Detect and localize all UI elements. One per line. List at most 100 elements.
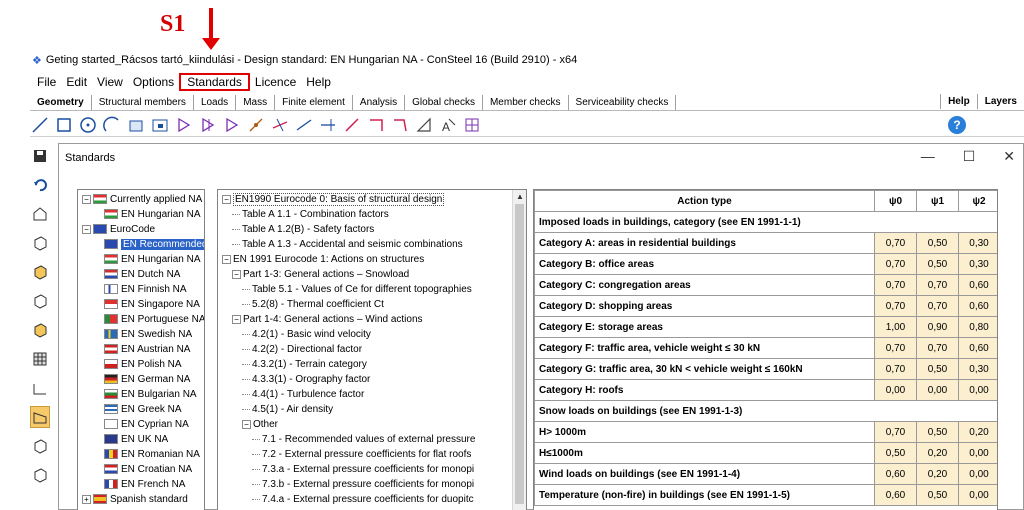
tree-item-uk[interactable]: EN UK NA: [104, 432, 168, 446]
tree-item-thermal-ct[interactable]: 5.2(8) - Thermal coefficient Ct: [242, 297, 384, 311]
tree-item-en-recommended[interactable]: EN Recommended: [104, 237, 204, 251]
psi1-cell[interactable]: 0,90: [916, 316, 959, 338]
tree-item-part-1-3[interactable]: − Part 1-3: General actions – Snowload: [232, 267, 409, 281]
menu-view[interactable]: View: [92, 75, 128, 89]
psi2-cell[interactable]: 0,60: [958, 295, 997, 317]
tree-item-part-1-4[interactable]: − Part 1-4: General actions – Wind action…: [232, 312, 423, 326]
minimize-icon[interactable]: —: [921, 148, 935, 165]
psi1-cell[interactable]: 0,50: [916, 253, 959, 275]
tree-item-eurocode[interactable]: − EuroCode: [82, 222, 155, 236]
psi2-cell[interactable]: 0,60: [958, 274, 997, 296]
view-top-icon[interactable]: [30, 319, 50, 341]
solid-view-icon[interactable]: [30, 435, 50, 457]
save-icon[interactable]: [30, 145, 50, 167]
psi0-cell[interactable]: 0,60: [874, 463, 917, 485]
view-3d-icon[interactable]: [30, 232, 50, 254]
section-view-icon[interactable]: [30, 377, 50, 399]
tree-item-hungarian[interactable]: EN Hungarian NA: [104, 252, 200, 266]
tree-item-en1990[interactable]: − EN1990 Eurocode 0: Basis of structural …: [222, 192, 445, 206]
fillet-tool-icon[interactable]: [390, 115, 410, 135]
tree-item-74a[interactable]: 7.4.a - External pressure coefficients f…: [252, 492, 474, 506]
tab-mass[interactable]: Mass: [236, 94, 276, 110]
psi0-cell[interactable]: 0,70: [874, 337, 917, 359]
tree-item-currently-applied[interactable]: − Currently applied NA: [82, 192, 202, 206]
help-icon[interactable]: ?: [948, 116, 966, 134]
support-tool-icon[interactable]: [174, 115, 194, 135]
tree-item-table-a12b[interactable]: Table A 1.2(B) - Safety factors: [232, 222, 374, 236]
psi1-cell[interactable]: 0,50: [916, 358, 959, 380]
table-row[interactable]: Category F: traffic area, vehicle weight…: [534, 337, 997, 359]
tree-item-en1991[interactable]: − EN 1991 Eurocode 1: Actions on structur…: [222, 252, 424, 266]
tree-item-73b[interactable]: 7.3.b - External pressure coefficients f…: [252, 477, 474, 491]
psi0-cell[interactable]: 0,70: [874, 295, 917, 317]
close-icon[interactable]: ✕: [1003, 148, 1015, 165]
menu-licence[interactable]: Licence: [250, 75, 301, 89]
tab-global-checks[interactable]: Global checks: [405, 94, 483, 110]
psi2-cell[interactable]: 0,20: [958, 421, 997, 443]
tree-item-cyprian[interactable]: EN Cyprian NA: [104, 417, 189, 431]
tree-item-austrian[interactable]: EN Austrian NA: [104, 342, 190, 356]
psi2-cell[interactable]: 0,30: [958, 253, 997, 275]
tree-item-spanish[interactable]: + Spanish standard: [82, 492, 188, 506]
hinge-tool-icon[interactable]: [198, 115, 218, 135]
psi1-cell[interactable]: 0,00: [916, 379, 959, 401]
move-tool-icon[interactable]: [246, 115, 266, 135]
divide-tool-icon[interactable]: [342, 115, 362, 135]
psi1-cell[interactable]: 0,50: [916, 484, 959, 506]
tree-item-bulgarian[interactable]: EN Bulgarian NA: [104, 387, 197, 401]
tab-finite-element[interactable]: Finite element: [275, 94, 353, 110]
psi0-cell[interactable]: 0,70: [874, 421, 917, 443]
tree-item-orography[interactable]: 4.3.3(1) - Orography factor: [242, 372, 370, 386]
table-row[interactable]: Category B: office areas 0,70 0,50 0,30: [534, 253, 997, 275]
building-view-icon[interactable]: [30, 203, 50, 225]
angle-tool-icon[interactable]: [414, 115, 434, 135]
menu-options[interactable]: Options: [128, 75, 179, 89]
psi2-cell[interactable]: 0,00: [958, 442, 997, 464]
trim-tool-icon[interactable]: [318, 115, 338, 135]
extend-tool-icon[interactable]: [294, 115, 314, 135]
intersect-tool-icon[interactable]: [270, 115, 290, 135]
table-row[interactable]: Wind loads on buildings (see EN 1991-1-4…: [534, 463, 997, 485]
psi0-cell[interactable]: 0,00: [874, 379, 917, 401]
line-tool-icon[interactable]: [30, 115, 50, 135]
menu-file[interactable]: File: [32, 75, 61, 89]
tree-item-polish[interactable]: EN Polish NA: [104, 357, 182, 371]
view-front-icon[interactable]: [30, 261, 50, 283]
tree-item-german[interactable]: EN German NA: [104, 372, 190, 386]
psi0-cell[interactable]: 0,70: [874, 232, 917, 254]
tree-item-air-density[interactable]: 4.5(1) - Air density: [242, 402, 333, 416]
scroll-thumb[interactable]: [515, 204, 524, 504]
tab-help[interactable]: Help: [940, 94, 977, 109]
psi0-cell[interactable]: 0,70: [874, 358, 917, 380]
tree-item-swedish[interactable]: EN Swedish NA: [104, 327, 192, 341]
opening-tool-icon[interactable]: [150, 115, 170, 135]
psi2-cell[interactable]: 0,00: [958, 379, 997, 401]
tree-item-terrain[interactable]: 4.3.2(1) - Terrain category: [242, 357, 367, 371]
tree-item-directional[interactable]: 4.2(2) - Directional factor: [242, 342, 362, 356]
tab-analysis[interactable]: Analysis: [353, 94, 406, 110]
table-row[interactable]: H> 1000m 0,70 0,50 0,20: [534, 421, 997, 443]
tree-item-romanian[interactable]: EN Romanian NA: [104, 447, 200, 461]
psi1-cell[interactable]: 0,50: [916, 421, 959, 443]
psi2-cell[interactable]: 0,00: [958, 463, 997, 485]
table-row[interactable]: Category C: congregation areas 0,70 0,70 0,…: [534, 274, 997, 296]
psi0-cell[interactable]: 0,70: [874, 274, 917, 296]
tree-item-other[interactable]: − Other: [242, 417, 278, 431]
tab-layers[interactable]: Layers: [976, 94, 1024, 109]
tree-item-table-a13[interactable]: Table A 1.3 - Accidental and seismic com…: [232, 237, 463, 251]
scroll-up-icon[interactable]: ▲: [516, 192, 524, 201]
psi1-cell[interactable]: 0,50: [916, 232, 959, 254]
psi1-cell[interactable]: 0,20: [916, 442, 959, 464]
tree-item-71[interactable]: 7.1 - Recommended values of external pre…: [252, 432, 475, 446]
psi2-cell[interactable]: 0,80: [958, 316, 997, 338]
tree-item-french[interactable]: EN French NA: [104, 477, 185, 491]
psi1-cell[interactable]: 0,70: [916, 274, 959, 296]
psi1-cell[interactable]: 0,70: [916, 295, 959, 317]
table-row[interactable]: H≤1000m 0,50 0,20 0,00: [534, 442, 997, 464]
psi2-cell[interactable]: 0,30: [958, 232, 997, 254]
standards-view-icon[interactable]: [30, 406, 50, 428]
menu-standards[interactable]: Standards: [179, 73, 250, 91]
maximize-icon[interactable]: ☐: [963, 148, 976, 165]
grid-tool-icon[interactable]: [462, 115, 482, 135]
wireframe-view-icon[interactable]: [30, 464, 50, 486]
